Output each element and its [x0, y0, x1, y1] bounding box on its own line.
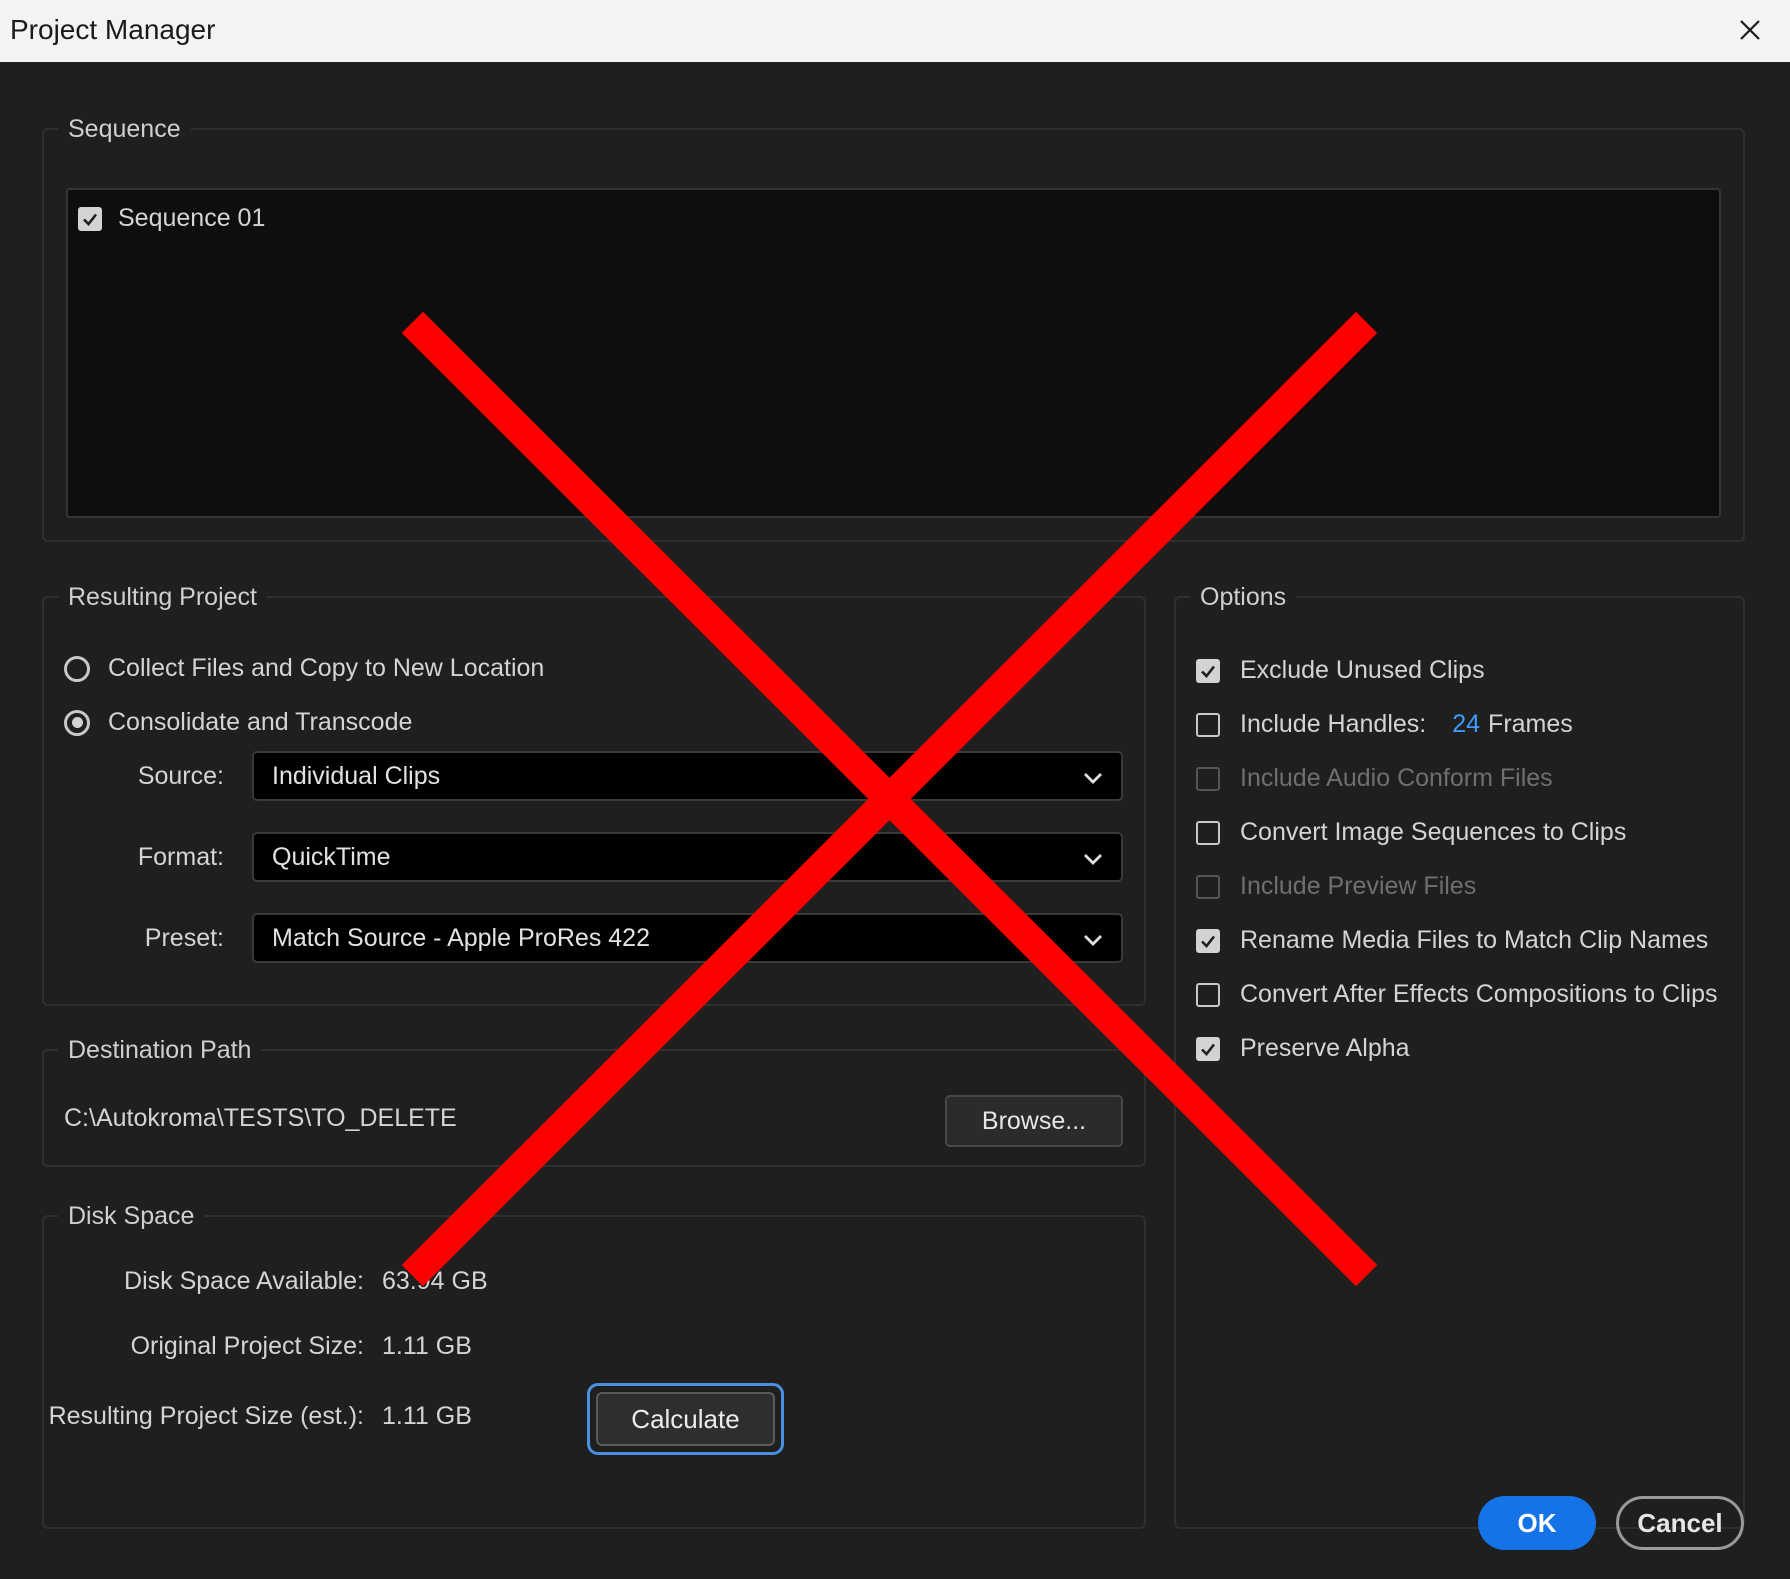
include-preview-checkbox — [1196, 874, 1220, 899]
collect-files-radio[interactable] — [64, 655, 90, 682]
handles-frames-value[interactable]: 24 — [1452, 710, 1480, 739]
include-handles-checkbox[interactable] — [1196, 712, 1220, 737]
chevron-down-icon — [1084, 773, 1102, 784]
include-audio-conform-option: Include Audio Conform Files — [1196, 764, 1553, 793]
convert-ae-label: Convert After Effects Compositions to Cl… — [1240, 980, 1718, 1008]
sequence-legend: Sequence — [68, 115, 181, 143]
preserve-alpha-label: Preserve Alpha — [1240, 1034, 1410, 1062]
options-legend: Options — [1200, 583, 1287, 611]
resulting-size-label: Resulting Project Size (est.): — [48, 1402, 364, 1430]
resulting-project-legend: Resulting Project — [68, 583, 257, 611]
dialog-body: Sequence Sequence 01 Resulting Project C… — [0, 62, 1790, 1579]
close-button[interactable] — [1728, 10, 1772, 50]
format-label: Format: — [137, 843, 224, 871]
checkmark-icon — [1201, 935, 1216, 948]
disk-available-label: Disk Space Available: — [124, 1267, 364, 1295]
convert-image-sequences-label: Convert Image Sequences to Clips — [1240, 818, 1627, 846]
source-select[interactable]: Individual Clips — [252, 751, 1123, 801]
cancel-button[interactable]: Cancel — [1616, 1496, 1744, 1550]
rename-media-label: Rename Media Files to Match Clip Names — [1240, 926, 1709, 954]
exclude-unused-option[interactable]: Exclude Unused Clips — [1196, 656, 1485, 685]
rename-media-option[interactable]: Rename Media Files to Match Clip Names — [1196, 926, 1708, 955]
original-size-label: Original Project Size: — [130, 1332, 364, 1360]
disk-available-value: 63.94 GB — [382, 1267, 488, 1295]
collect-files-label: Collect Files and Copy to New Location — [108, 654, 545, 682]
destination-path-text: C:\Autokroma\TESTS\TO_DELETE — [64, 1104, 457, 1132]
checkmark-icon — [1201, 1043, 1216, 1056]
handles-frames-unit: Frames — [1488, 710, 1573, 738]
rename-media-checkbox[interactable] — [1196, 928, 1220, 953]
preserve-alpha-checkbox[interactable] — [1196, 1036, 1220, 1061]
include-handles-label: Include Handles: — [1240, 710, 1427, 738]
exclude-unused-checkbox[interactable] — [1196, 658, 1220, 683]
chevron-down-icon — [1084, 935, 1102, 946]
format-select[interactable]: QuickTime — [252, 832, 1123, 882]
resulting-size-value: 1.11 GB — [382, 1402, 472, 1430]
convert-image-sequences-checkbox[interactable] — [1196, 820, 1220, 845]
convert-ae-option[interactable]: Convert After Effects Compositions to Cl… — [1196, 980, 1718, 1009]
exclude-unused-label: Exclude Unused Clips — [1240, 656, 1485, 684]
preserve-alpha-option[interactable]: Preserve Alpha — [1196, 1034, 1410, 1063]
calculate-focus-ring: Calculate — [587, 1383, 784, 1455]
include-audio-conform-label: Include Audio Conform Files — [1240, 764, 1553, 792]
include-audio-conform-checkbox — [1196, 766, 1220, 791]
calculate-button[interactable]: Calculate — [596, 1392, 775, 1446]
disk-space-legend: Disk Space — [68, 1202, 195, 1230]
source-value: Individual Clips — [272, 762, 441, 790]
disk-space-group: Disk Space — [42, 1201, 1146, 1529]
include-handles-option[interactable]: Include Handles: 24 Frames — [1196, 710, 1573, 739]
collect-files-option[interactable]: Collect Files and Copy to New Location — [64, 654, 544, 683]
include-preview-option: Include Preview Files — [1196, 872, 1476, 901]
consolidate-radio[interactable] — [64, 709, 90, 736]
window-title: Project Manager — [10, 14, 216, 45]
title-bar: Project Manager — [0, 0, 1790, 63]
original-size-value: 1.11 GB — [382, 1332, 472, 1360]
ok-button[interactable]: OK — [1478, 1496, 1596, 1550]
preset-label: Preset: — [144, 924, 224, 952]
close-icon — [1740, 20, 1760, 40]
preset-select[interactable]: Match Source - Apple ProRes 422 — [252, 913, 1123, 963]
sequence-01-checkbox[interactable] — [78, 206, 102, 231]
format-value: QuickTime — [272, 843, 391, 871]
sequence-group: Sequence Sequence 01 — [42, 114, 1745, 542]
sequence-item[interactable]: Sequence 01 — [78, 204, 265, 233]
browse-button[interactable]: Browse... — [945, 1095, 1123, 1147]
source-label: Source: — [137, 762, 224, 790]
preset-value: Match Source - Apple ProRes 422 — [272, 924, 650, 952]
destination-path-legend: Destination Path — [68, 1036, 252, 1064]
include-preview-label: Include Preview Files — [1240, 872, 1477, 900]
convert-image-sequences-option[interactable]: Convert Image Sequences to Clips — [1196, 818, 1626, 847]
convert-ae-checkbox[interactable] — [1196, 982, 1220, 1007]
sequence-list[interactable]: Sequence 01 — [66, 188, 1721, 518]
consolidate-label: Consolidate and Transcode — [108, 708, 413, 736]
consolidate-option[interactable]: Consolidate and Transcode — [64, 708, 412, 737]
checkmark-icon — [83, 213, 98, 226]
chevron-down-icon — [1084, 854, 1102, 865]
radio-selected-dot — [71, 717, 83, 728]
checkmark-icon — [1201, 665, 1216, 678]
sequence-01-label: Sequence 01 — [118, 204, 266, 232]
